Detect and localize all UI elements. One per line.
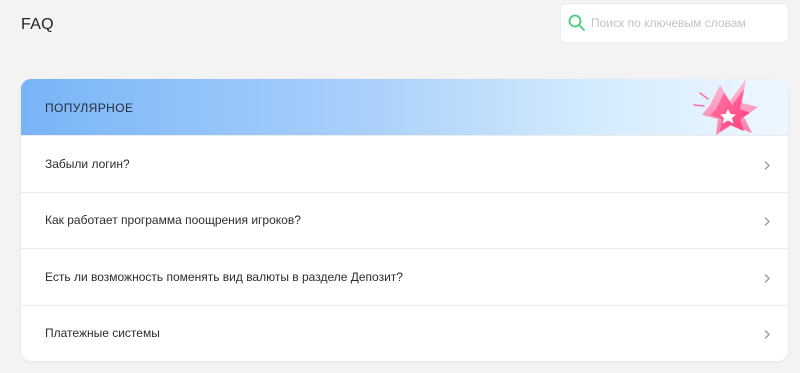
faq-item[interactable]: Платежные системы (21, 304, 788, 362)
chevron-right-icon (762, 330, 772, 340)
star-illustration-icon (680, 79, 770, 142)
faq-question: Забыли логин? (45, 156, 130, 171)
search-input[interactable] (591, 16, 771, 30)
section-title: ПОПУЛЯРНОЕ (45, 101, 134, 115)
page-title: FAQ (21, 16, 54, 33)
chevron-right-icon (762, 217, 772, 227)
chevron-right-icon (762, 273, 772, 283)
faq-question: Есть ли возможность поменять вид валюты … (45, 269, 403, 284)
search-icon (567, 13, 587, 33)
section-header: ПОПУЛЯРНОЕ (21, 79, 788, 135)
faq-item[interactable]: Есть ли возможность поменять вид валюты … (21, 248, 788, 305)
faq-card: ПОПУЛЯРНОЕ Забыли логин? Как работает пр… (21, 79, 788, 361)
chevron-right-icon (762, 160, 772, 170)
faq-item[interactable]: Забыли логин? (21, 135, 788, 192)
search-box[interactable] (561, 4, 788, 42)
faq-item[interactable]: Как работает программа поощрения игроков… (21, 191, 788, 249)
faq-question: Как работает программа поощрения игроков… (45, 213, 301, 228)
faq-question: Платежные системы (45, 326, 160, 341)
